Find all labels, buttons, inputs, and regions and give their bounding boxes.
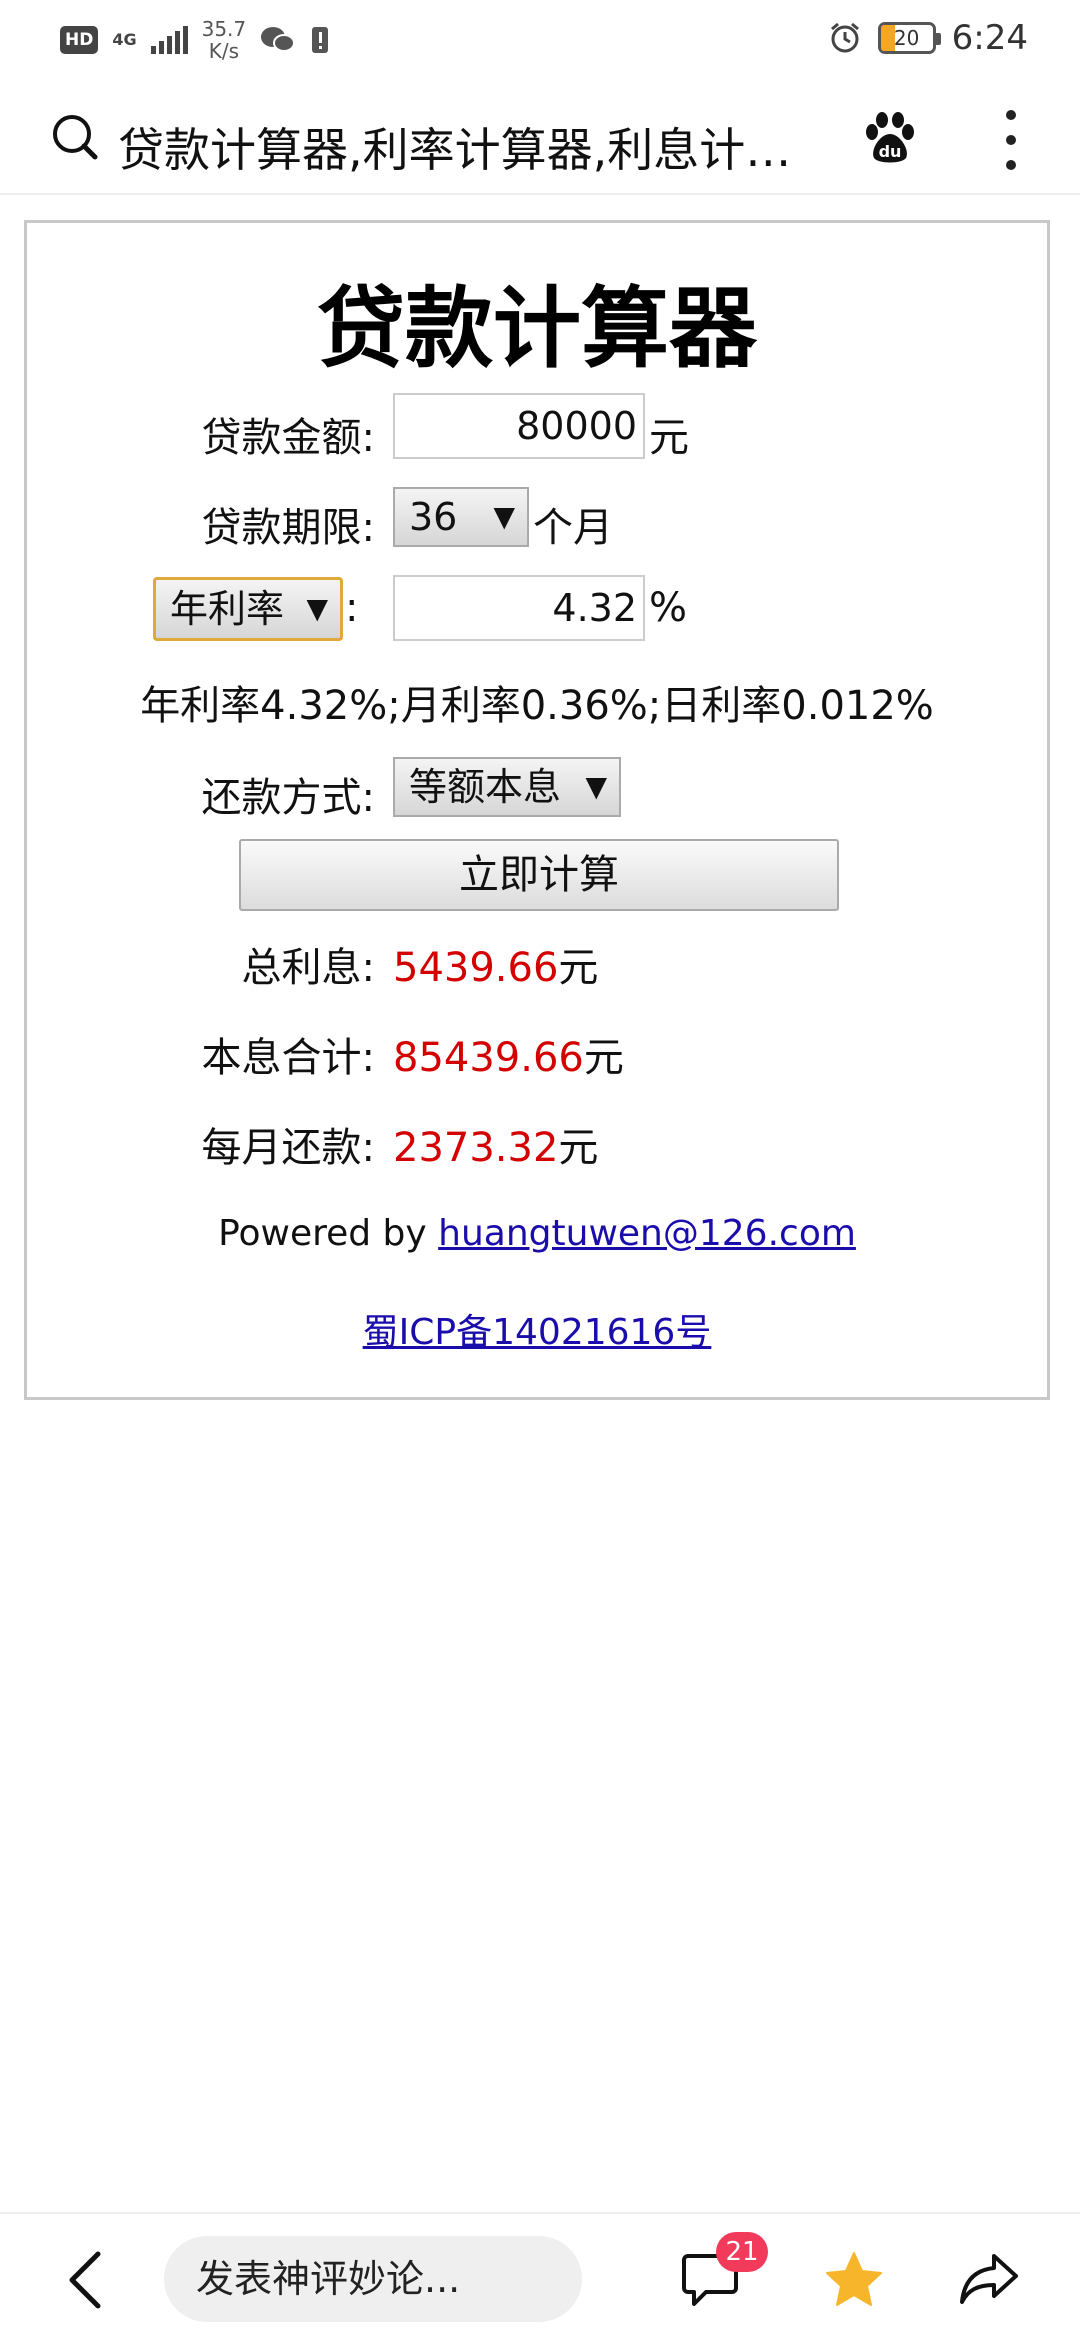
hd-badge: HD — [60, 26, 99, 54]
method-label: 还款方式: — [201, 775, 375, 821]
amount-label: 贷款金额: — [201, 415, 375, 461]
term-value: 36 — [409, 495, 458, 539]
status-left: HD 4G 35.7 K/s — [60, 18, 330, 62]
monthly-payment-row: 每月还款: 2373.32元 — [27, 1103, 1047, 1173]
monthly-payment-unit: 元 — [558, 1125, 599, 1171]
rate-summary: 年利率4.32%;月利率0.36%;日利率0.012% — [140, 683, 934, 729]
email-link[interactable]: huangtuwen@126.com — [438, 1213, 856, 1254]
powered-by-prefix: Powered by — [218, 1213, 427, 1254]
amount-row: 贷款金额: 80000 元 — [27, 393, 1047, 463]
network-type: 4G — [112, 30, 137, 49]
rate-type-select[interactable]: 年利率 ▼ — [153, 577, 343, 641]
total-interest-row: 总利息: 5439.66元 — [27, 923, 1047, 993]
total-interest-value: 5439.66 — [393, 945, 559, 991]
amount-input[interactable]: 80000 — [393, 393, 645, 459]
comment-count-badge: 21 — [716, 2232, 768, 2272]
method-row: 还款方式: 等额本息 ▼ — [27, 753, 1047, 823]
powered-by: Powered by huangtuwen@126.com — [27, 1213, 1047, 1254]
calculate-button[interactable]: 立即计算 — [239, 839, 839, 911]
term-select[interactable]: 36 ▼ — [393, 487, 529, 547]
alarm-icon — [830, 22, 859, 53]
rate-row: 年利率 ▼ : 4.32 % — [27, 573, 1047, 643]
rate-colon: : — [345, 585, 359, 631]
wechat-icon — [261, 27, 296, 52]
bottom-toolbar: 发表神评妙论... 21 — [0, 2212, 1080, 2340]
total-payment-value: 85439.66 — [393, 1035, 584, 1081]
signal-icon — [150, 26, 188, 54]
browser-header: 贷款计算器,利率计算器,利息计算器 du — [0, 80, 1080, 195]
search-query-title[interactable]: 贷款计算器,利率计算器,利息计算器 — [118, 114, 818, 180]
monthly-payment-label: 每月还款: — [201, 1125, 375, 1171]
calculator-title: 贷款计算器 — [316, 277, 757, 380]
search-icon[interactable] — [50, 112, 98, 160]
monthly-payment-value: 2373.32 — [393, 1125, 559, 1171]
method-select[interactable]: 等额本息 ▼ — [393, 757, 621, 817]
rate-type-value: 年利率 — [170, 587, 285, 631]
comment-input[interactable]: 发表神评妙论... — [164, 2236, 582, 2322]
rate-unit: % — [649, 585, 688, 631]
rate-input[interactable]: 4.32 — [393, 575, 645, 641]
icp-link[interactable]: 蜀ICP备14021616号 — [363, 1312, 712, 1353]
loan-calculator-panel: 贷款计算器 贷款金额: 80000 元 贷款期限: 36 ▼ 个月 年利率 ▼ … — [24, 220, 1050, 1400]
amount-unit: 元 — [649, 415, 689, 461]
total-payment-unit: 元 — [583, 1035, 624, 1081]
chevron-down-icon: ▼ — [493, 500, 515, 533]
network-speed: 35.7 K/s — [202, 18, 247, 62]
term-row: 贷款期限: 36 ▼ 个月 — [27, 483, 1047, 553]
term-label: 贷款期限: — [201, 505, 375, 551]
total-payment-result: 85439.66元 — [393, 1025, 624, 1083]
chevron-down-icon: ▼ — [585, 770, 607, 803]
notification-icon — [312, 27, 329, 53]
baidu-icon[interactable]: du — [862, 110, 918, 166]
back-icon[interactable] — [62, 2250, 110, 2310]
status-right: 20 6:24 — [828, 18, 1028, 58]
share-icon[interactable] — [958, 2252, 1020, 2306]
total-interest-unit: 元 — [558, 945, 599, 991]
term-unit: 个月 — [533, 505, 613, 551]
battery-level: 20 — [893, 26, 920, 50]
chevron-down-icon: ▼ — [306, 592, 328, 625]
speed-unit: K/s — [208, 39, 240, 63]
total-interest-label: 总利息: — [241, 945, 375, 991]
speed-value: 35.7 — [201, 17, 247, 41]
svg-text:du: du — [879, 142, 902, 161]
icp-row: 蜀ICP备14021616号 — [27, 1303, 1047, 1355]
total-interest-result: 5439.66元 — [393, 935, 598, 993]
total-payment-label: 本息合计: — [201, 1035, 375, 1081]
total-payment-row: 本息合计: 85439.66元 — [27, 1013, 1047, 1083]
battery-icon: 20 — [877, 22, 941, 54]
method-value: 等额本息 — [409, 765, 562, 809]
status-bar: HD 4G 35.7 K/s 20 6:24 — [0, 0, 1080, 80]
star-icon[interactable] — [824, 2250, 884, 2308]
more-icon[interactable] — [996, 110, 1026, 170]
clock: 6:24 — [951, 18, 1028, 58]
monthly-payment-result: 2373.32元 — [393, 1115, 598, 1173]
